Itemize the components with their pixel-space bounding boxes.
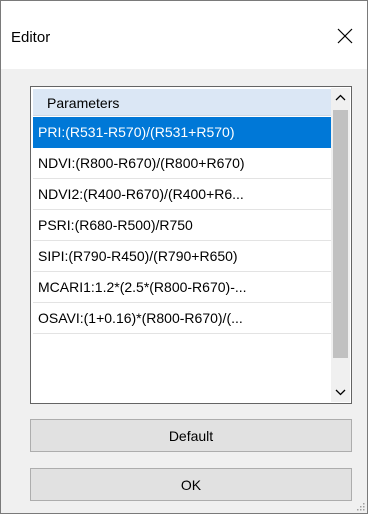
list-item-label: NDVI2:(R400-R670)/(R400+R6... [38,186,244,202]
list-item[interactable]: MCARI1:1.2*(2.5*(R800-R670)-... [33,272,332,303]
scrollbar-thumb[interactable] [333,110,348,358]
list-item[interactable]: PSRI:(R680-R500)/R750 [33,210,332,241]
vertical-scrollbar[interactable] [331,88,350,402]
close-button[interactable] [327,19,363,53]
list-item-label: SIPI:(R790-R450)/(R790+R650) [38,248,238,264]
list-item[interactable]: NDVI2:(R400-R670)/(R400+R6... [33,179,332,210]
window-title: Editor [11,29,51,46]
list-item[interactable]: SIPI:(R790-R450)/(R790+R650) [33,241,332,272]
list-item[interactable]: PRI:(R531-R570)/(R531+R570) [33,117,332,148]
close-icon [337,28,353,44]
resize-grip-icon[interactable] [355,501,365,511]
title-bar[interactable]: Editor [1,1,367,69]
list-item-label: MCARI1:1.2*(2.5*(R800-R670)-... [38,279,247,295]
chevron-down-icon [335,389,346,396]
ok-button-label: OK [180,476,202,493]
scroll-down-button[interactable] [331,383,350,402]
chevron-up-icon [335,94,346,101]
list-item-label: PRI:(R531-R570)/(R531+R570) [38,124,235,140]
list-item-label: NDVI:(R800-R670)/(R800+R670) [38,155,245,171]
parameters-list[interactable]: Parameters PRI:(R531-R570)/(R531+R570) N… [30,86,352,404]
ok-button[interactable]: OK [30,468,352,501]
list-item[interactable]: NDVI:(R800-R670)/(R800+R670) [33,148,332,179]
parameters-list-items: PRI:(R531-R570)/(R531+R570) NDVI:(R800-R… [33,117,332,334]
parameters-header-label: Parameters [47,95,120,111]
list-item[interactable]: OSAVI:(1+0.16)*(R800-R670)/(... [33,303,332,334]
default-button-label: Default [168,427,214,444]
list-item-label: OSAVI:(1+0.16)*(R800-R670)/(... [38,310,243,326]
scroll-up-button[interactable] [331,88,350,107]
parameters-column-header[interactable]: Parameters [33,89,332,116]
editor-window: Editor Parameters PRI:(R531-R570)/(R531+… [0,0,368,514]
list-item-label: PSRI:(R680-R500)/R750 [38,217,193,233]
default-button[interactable]: Default [30,419,352,452]
